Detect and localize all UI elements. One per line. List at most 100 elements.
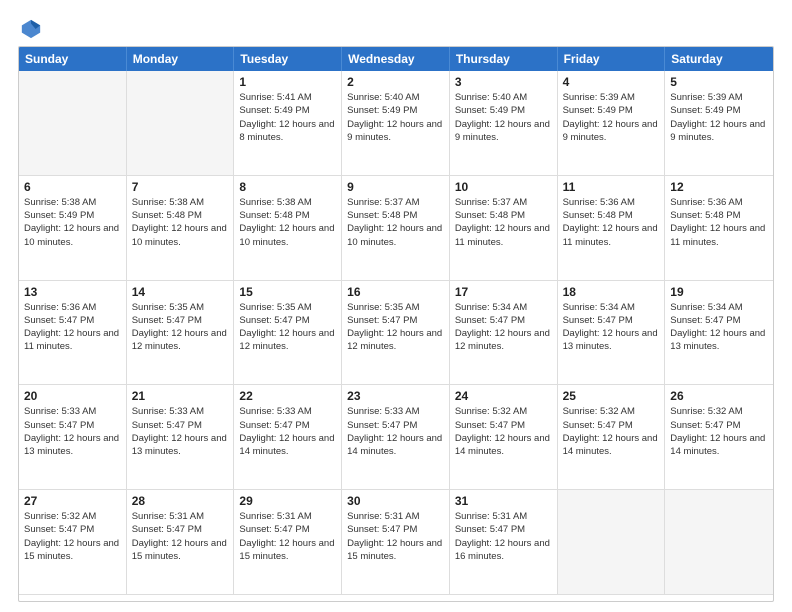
calendar-cell: 12Sunrise: 5:36 AMSunset: 5:48 PMDayligh… — [665, 176, 773, 281]
day-number: 13 — [24, 285, 121, 299]
cell-info: Sunrise: 5:31 AMSunset: 5:47 PMDaylight:… — [132, 510, 229, 563]
calendar-cell: 16 Sunrise: 5:35 AMSunset: 5:47 PMDayligh… — [342, 281, 450, 386]
calendar-cell: 8 Sunrise: 5:38 AMSunset: 5:48 PMDaylight… — [234, 176, 342, 281]
calendar-cell: 22 Sunrise: 5:33 AMSunset: 5:47 PMDayligh… — [234, 385, 342, 490]
calendar-cell: 30 Sunrise: 5:31 AMSunset: 5:47 PMDayligh… — [342, 490, 450, 595]
calendar-cell: 5Sunrise: 5:39 AMSunset: 5:49 PMDaylight… — [665, 71, 773, 176]
cell-info: Sunrise: 5:40 AMSunset: 5:49 PMDaylight:… — [347, 91, 444, 144]
cell-info: Sunrise: 5:34 AMSunset: 5:47 PMDaylight:… — [455, 301, 552, 354]
day-number: 24 — [455, 389, 552, 403]
calendar-cell: 31 Sunrise: 5:31 AMSunset: 5:47 PMDayligh… — [450, 490, 558, 595]
calendar-cell: 7 Sunrise: 5:38 AMSunset: 5:48 PMDaylight… — [127, 176, 235, 281]
day-number: 6 — [24, 180, 121, 194]
calendar-cell: 13Sunrise: 5:36 AMSunset: 5:47 PMDayligh… — [19, 281, 127, 386]
day-number: 9 — [347, 180, 444, 194]
calendar-cell: 24 Sunrise: 5:32 AMSunset: 5:47 PMDayligh… — [450, 385, 558, 490]
calendar-cell: 10 Sunrise: 5:37 AMSunset: 5:48 PMDayligh… — [450, 176, 558, 281]
page-header — [18, 18, 774, 36]
calendar-cell: 3 Sunrise: 5:40 AMSunset: 5:49 PMDaylight… — [450, 71, 558, 176]
day-number: 3 — [455, 75, 552, 89]
calendar-cell: 15Sunrise: 5:35 AMSunset: 5:47 PMDayligh… — [234, 281, 342, 386]
calendar-cell: 14 Sunrise: 5:35 AMSunset: 5:47 PMDayligh… — [127, 281, 235, 386]
calendar-cell: 26 Sunrise: 5:32 AMSunset: 5:47 PMDayligh… — [665, 385, 773, 490]
cell-info: Sunrise: 5:35 AMSunset: 5:47 PMDaylight:… — [347, 301, 444, 354]
calendar-cell: 18Sunrise: 5:34 AMSunset: 5:47 PMDayligh… — [558, 281, 666, 386]
day-number: 11 — [563, 180, 660, 194]
cell-info: Sunrise: 5:41 AMSunset: 5:49 PMDaylight:… — [239, 91, 336, 144]
cell-info: Sunrise: 5:32 AMSunset: 5:47 PMDaylight:… — [24, 510, 121, 563]
day-number: 5 — [670, 75, 768, 89]
cell-info: Sunrise: 5:31 AMSunset: 5:47 PMDaylight:… — [455, 510, 552, 563]
calendar-cell: 9 Sunrise: 5:37 AMSunset: 5:48 PMDaylight… — [342, 176, 450, 281]
calendar-cell: 2 Sunrise: 5:40 AMSunset: 5:49 PMDaylight… — [342, 71, 450, 176]
cell-info: Sunrise: 5:37 AMSunset: 5:48 PMDaylight:… — [455, 196, 552, 249]
day-number: 22 — [239, 389, 336, 403]
calendar-cell: 19 Sunrise: 5:34 AMSunset: 5:47 PMDayligh… — [665, 281, 773, 386]
calendar-cell: 17 Sunrise: 5:34 AMSunset: 5:47 PMDayligh… — [450, 281, 558, 386]
calendar-header-cell: Sunday — [19, 47, 127, 71]
day-number: 12 — [670, 180, 768, 194]
cell-info: Sunrise: 5:39 AMSunset: 5:49 PMDaylight:… — [563, 91, 660, 144]
day-number: 21 — [132, 389, 229, 403]
day-number: 16 — [347, 285, 444, 299]
day-number: 14 — [132, 285, 229, 299]
calendar-cell: 6 Sunrise: 5:38 AMSunset: 5:49 PMDaylight… — [19, 176, 127, 281]
cell-info: Sunrise: 5:36 AMSunset: 5:48 PMDaylight:… — [563, 196, 660, 249]
calendar-cell: 23 Sunrise: 5:33 AMSunset: 5:47 PMDayligh… — [342, 385, 450, 490]
calendar-cell — [127, 71, 235, 176]
day-number: 29 — [239, 494, 336, 508]
cell-info: Sunrise: 5:37 AMSunset: 5:48 PMDaylight:… — [347, 196, 444, 249]
calendar-cell: 11 Sunrise: 5:36 AMSunset: 5:48 PMDayligh… — [558, 176, 666, 281]
calendar-cell — [665, 490, 773, 595]
calendar-cell: 20 Sunrise: 5:33 AMSunset: 5:47 PMDayligh… — [19, 385, 127, 490]
calendar-cell: 28 Sunrise: 5:31 AMSunset: 5:47 PMDayligh… — [127, 490, 235, 595]
calendar-cell — [558, 490, 666, 595]
day-number: 4 — [563, 75, 660, 89]
day-number: 18 — [563, 285, 660, 299]
cell-info: Sunrise: 5:32 AMSunset: 5:47 PMDaylight:… — [563, 405, 660, 458]
cell-info: Sunrise: 5:32 AMSunset: 5:47 PMDaylight:… — [455, 405, 552, 458]
calendar-cell: 27 Sunrise: 5:32 AMSunset: 5:47 PMDayligh… — [19, 490, 127, 595]
day-number: 15 — [239, 285, 336, 299]
day-number: 23 — [347, 389, 444, 403]
calendar-body: 1 Sunrise: 5:41 AMSunset: 5:49 PMDaylight… — [19, 71, 773, 595]
day-number: 31 — [455, 494, 552, 508]
cell-info: Sunrise: 5:38 AMSunset: 5:49 PMDaylight:… — [24, 196, 121, 249]
calendar-cell: 4 Sunrise: 5:39 AMSunset: 5:49 PMDaylight… — [558, 71, 666, 176]
day-number: 7 — [132, 180, 229, 194]
day-number: 20 — [24, 389, 121, 403]
day-number: 26 — [670, 389, 768, 403]
day-number: 10 — [455, 180, 552, 194]
calendar-header: SundayMondayTuesdayWednesdayThursdayFrid… — [19, 47, 773, 71]
cell-info: Sunrise: 5:35 AMSunset: 5:47 PMDaylight:… — [132, 301, 229, 354]
day-number: 19 — [670, 285, 768, 299]
cell-info: Sunrise: 5:32 AMSunset: 5:47 PMDaylight:… — [670, 405, 768, 458]
cell-info: Sunrise: 5:31 AMSunset: 5:47 PMDaylight:… — [347, 510, 444, 563]
cell-info: Sunrise: 5:38 AMSunset: 5:48 PMDaylight:… — [132, 196, 229, 249]
day-number: 27 — [24, 494, 121, 508]
calendar-cell — [19, 71, 127, 176]
cell-info: Sunrise: 5:33 AMSunset: 5:47 PMDaylight:… — [132, 405, 229, 458]
day-number: 8 — [239, 180, 336, 194]
logo — [18, 18, 42, 36]
day-number: 30 — [347, 494, 444, 508]
cell-info: Sunrise: 5:40 AMSunset: 5:49 PMDaylight:… — [455, 91, 552, 144]
calendar-header-cell: Saturday — [665, 47, 773, 71]
calendar-cell: 25 Sunrise: 5:32 AMSunset: 5:47 PMDayligh… — [558, 385, 666, 490]
cell-info: Sunrise: 5:31 AMSunset: 5:47 PMDaylight:… — [239, 510, 336, 563]
calendar-header-cell: Monday — [127, 47, 235, 71]
cell-info: Sunrise: 5:33 AMSunset: 5:47 PMDaylight:… — [239, 405, 336, 458]
cell-info: Sunrise: 5:33 AMSunset: 5:47 PMDaylight:… — [347, 405, 444, 458]
cell-info: Sunrise: 5:34 AMSunset: 5:47 PMDaylight:… — [670, 301, 768, 354]
page-container: SundayMondayTuesdayWednesdayThursdayFrid… — [0, 0, 792, 612]
day-number: 2 — [347, 75, 444, 89]
calendar: SundayMondayTuesdayWednesdayThursdayFrid… — [18, 46, 774, 602]
day-number: 1 — [239, 75, 336, 89]
cell-info: Sunrise: 5:33 AMSunset: 5:47 PMDaylight:… — [24, 405, 121, 458]
calendar-header-cell: Thursday — [450, 47, 558, 71]
day-number: 25 — [563, 389, 660, 403]
calendar-cell: 21 Sunrise: 5:33 AMSunset: 5:47 PMDayligh… — [127, 385, 235, 490]
day-number: 28 — [132, 494, 229, 508]
day-number: 17 — [455, 285, 552, 299]
cell-info: Sunrise: 5:38 AMSunset: 5:48 PMDaylight:… — [239, 196, 336, 249]
